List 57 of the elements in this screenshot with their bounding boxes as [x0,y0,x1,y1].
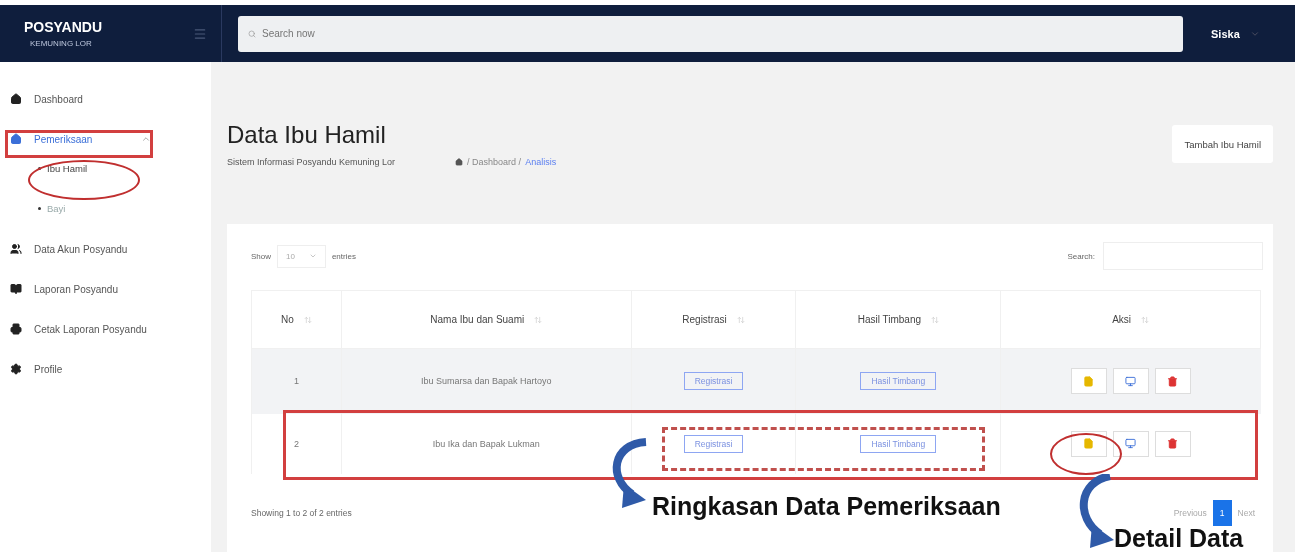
menu-icon[interactable] [193,26,207,41]
annotation-label: Detail Data [1114,524,1244,552]
sort-icon[interactable] [931,315,940,324]
sort-icon[interactable] [1141,315,1150,324]
monitor-icon [1125,438,1137,449]
home-icon [455,158,464,166]
sidebar-item[interactable]: Cetak Laporan Posyandu [0,316,211,342]
user-name[interactable]: Siska [1211,27,1240,40]
edit-button[interactable] [1070,430,1107,457]
show-label: Show [251,251,271,261]
search-label: Search: [1067,251,1095,261]
trash-icon [1167,375,1179,387]
view-button[interactable] [1112,368,1149,395]
book-icon [10,283,22,295]
table-cell: Ibu Ika dan Bapak Lukman [432,438,540,449]
column-header[interactable]: Aksi [1112,314,1132,325]
sidebar-item[interactable]: Dashboard [0,86,211,112]
delete-button[interactable] [1154,368,1191,395]
sidebar-item[interactable]: Profile [0,356,211,382]
page-subtitle: Sistem Informasi Posyandu Kemuning Lor [227,157,396,167]
table-cell: Ibu Sumarsa dan Bapak Hartoyo [420,376,552,387]
view-button[interactable] [1112,430,1149,457]
brand-title: POSYANDU [24,19,103,35]
page-title: Data Ibu Hamil [227,121,387,149]
table-cell: 1 [293,376,299,387]
sidebar-item[interactable]: Laporan Posyandu [0,276,211,302]
document-icon [1083,375,1095,387]
column-header[interactable]: Nama Ibu dan Suami [430,314,525,325]
table-info: Showing 1 to 2 of 2 entries [251,507,352,518]
pagination-button[interactable]: 1 [1212,499,1232,526]
users-icon [10,243,22,255]
sort-icon[interactable] [303,315,312,324]
column-header[interactable]: Hasil Timbang [857,314,922,325]
annotation-label: Ringkasan Data Pemeriksaan [652,492,1001,521]
search-field[interactable]: Search now [238,15,1183,52]
printer-icon [10,323,22,335]
brand-subtitle: KEMUNING LOR [29,39,93,48]
delete-button[interactable] [1154,430,1191,457]
sidebar-subitem[interactable]: Ibu Hamil [0,156,211,180]
column-header[interactable]: No [281,314,294,325]
add-button[interactable]: Tambah Ibu Hamil [1172,125,1273,163]
trash-icon [1167,438,1179,449]
monitor-icon [1125,375,1137,387]
column-header[interactable]: Registrasi [682,314,727,325]
search-icon [248,29,256,38]
highlight-ellipse [1050,433,1122,475]
sort-icon[interactable] [736,315,745,324]
sidebar-item[interactable]: Data Akun Posyandu [0,236,211,262]
home-icon [10,93,22,105]
sidebar-item[interactable]: Pemeriksaan [0,126,211,152]
table-cell: 2 [293,438,299,449]
document-icon [1083,438,1095,449]
sort-icon[interactable] [534,315,543,324]
home-icon [10,133,22,145]
entries-label: entries [331,251,356,261]
settings-icon [10,363,22,375]
chevron-icon [308,252,317,260]
